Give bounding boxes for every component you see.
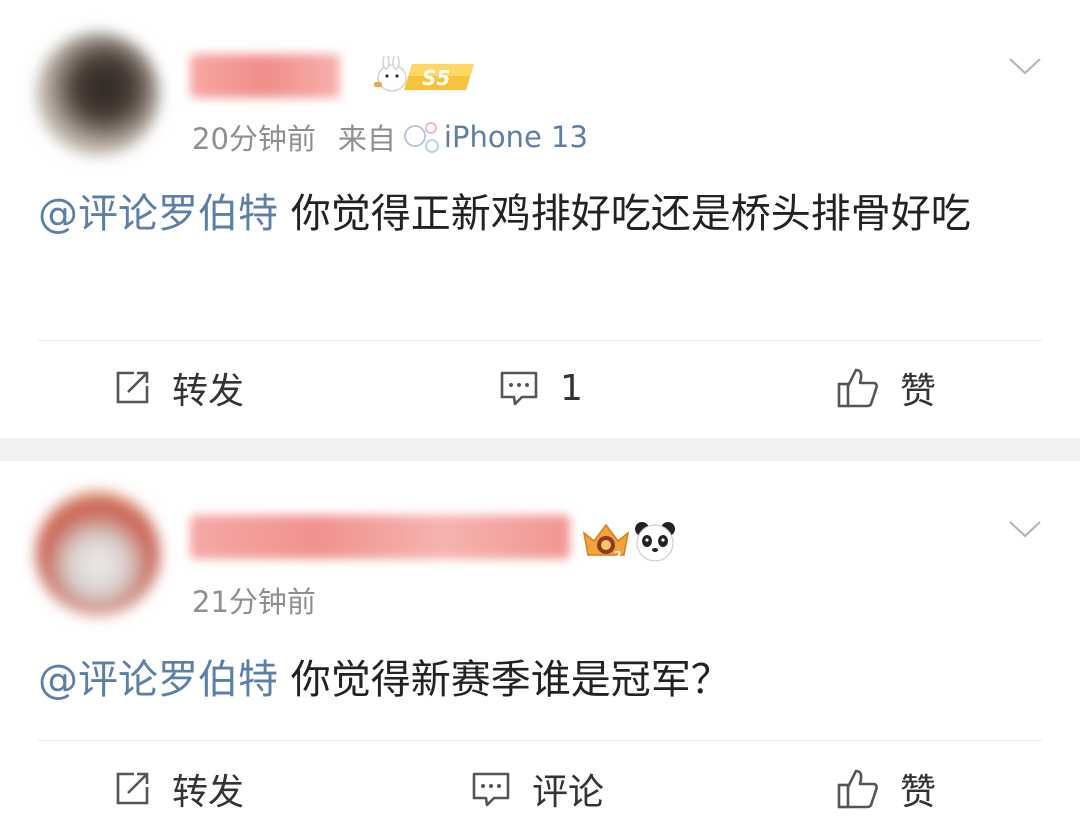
post-meta: 21分钟前 bbox=[192, 579, 316, 621]
comment-card: S5 20分钟前 来自 iPhone 13 @评论罗伯特 你觉得正新鸡排好吃还是… bbox=[0, 0, 1080, 438]
action-bar: 转发 1 赞 bbox=[0, 350, 1080, 426]
comment-card: 2 21分钟前 @评论罗伯特 你觉得新赛季谁是冠军？ 转发 评论 赞 bbox=[0, 461, 1080, 840]
comment-body: 你觉得正新鸡排好吃还是桥头排骨好吃 bbox=[290, 191, 971, 237]
post-time: 21分钟前 bbox=[192, 585, 316, 619]
divider bbox=[38, 740, 1042, 741]
comment-label: 评论 bbox=[532, 772, 605, 813]
mention-link[interactable]: @评论罗伯特 bbox=[38, 657, 278, 703]
repost-icon bbox=[116, 371, 149, 404]
device-name[interactable]: iPhone 13 bbox=[444, 120, 588, 154]
username-blurred[interactable] bbox=[190, 515, 570, 559]
comment-text: @评论罗伯特 你觉得正新鸡排好吃还是桥头排骨好吃 bbox=[38, 182, 1048, 246]
mention-link[interactable]: @评论罗伯特 bbox=[38, 191, 278, 237]
repost-label: 转发 bbox=[172, 772, 245, 813]
thumbs-up-icon bbox=[837, 769, 878, 809]
chevron-down-icon[interactable] bbox=[1008, 519, 1042, 539]
bubble-icon bbox=[403, 122, 439, 153]
post-time: 20分钟前 bbox=[192, 122, 316, 156]
repost-button[interactable]: 转发 bbox=[112, 751, 244, 827]
repost-label: 转发 bbox=[172, 371, 245, 412]
member-badge-icon: S5 bbox=[374, 56, 474, 92]
post-meta: 20分钟前 来自 iPhone 13 bbox=[192, 116, 588, 158]
comment-icon bbox=[500, 371, 538, 406]
comment-text: @评论罗伯特 你觉得新赛季谁是冠军？ bbox=[38, 648, 1048, 712]
chevron-down-icon[interactable] bbox=[1008, 56, 1042, 76]
avatar[interactable] bbox=[36, 491, 160, 615]
from-label: 来自 bbox=[337, 122, 396, 156]
like-button[interactable]: 赞 bbox=[836, 751, 936, 827]
divider bbox=[38, 340, 1042, 341]
crown-badge-icon: 2 bbox=[582, 523, 630, 562]
like-label: 赞 bbox=[900, 772, 937, 813]
username-blurred[interactable] bbox=[190, 54, 340, 98]
like-label: 赞 bbox=[900, 371, 937, 412]
panda-icon bbox=[635, 522, 675, 562]
comment-count: 1 bbox=[560, 367, 583, 409]
svg-text:2: 2 bbox=[614, 549, 622, 562]
comment-icon bbox=[472, 772, 510, 807]
comment-button[interactable]: 评论 bbox=[470, 751, 604, 827]
thumbs-up-icon bbox=[837, 368, 878, 408]
repost-button[interactable]: 转发 bbox=[112, 350, 244, 426]
comment-body: 你觉得新赛季谁是冠军？ bbox=[290, 657, 731, 703]
card-separator bbox=[0, 438, 1080, 461]
action-bar: 转发 评论 赞 bbox=[0, 751, 1080, 827]
repost-icon bbox=[116, 772, 149, 805]
like-button[interactable]: 赞 bbox=[836, 350, 936, 426]
badge-label: S5 bbox=[422, 66, 450, 90]
comment-button[interactable]: 1 bbox=[498, 350, 583, 426]
avatar[interactable] bbox=[36, 32, 160, 156]
